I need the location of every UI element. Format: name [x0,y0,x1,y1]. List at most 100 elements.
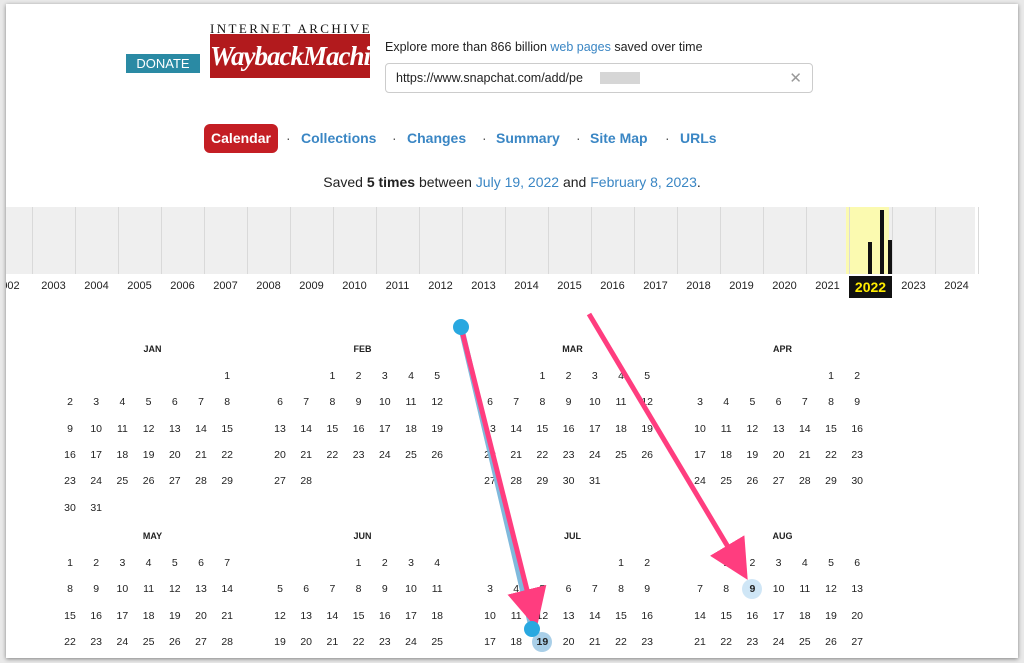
calendar-day: 23 [746,635,759,648]
wayback-logo[interactable]: WaybackMachine [210,34,396,78]
year-label-2003[interactable]: 2003 [32,280,75,292]
calendar-day: 10 [588,396,601,409]
year-label-2007[interactable]: 2007 [204,280,247,292]
calendar-day: 21 [510,448,523,461]
year-label-2009[interactable]: 2009 [290,280,333,292]
year-label-2014[interactable]: 2014 [505,280,548,292]
timeline-divider [204,207,205,274]
calendar-day: 2 [749,557,756,569]
calendar-day: 10 [772,583,785,596]
calendar-day: 19 [641,422,654,435]
calendar-day: 18 [405,422,417,435]
calendar-day: 21 [694,635,706,648]
calendar-day-snapshot[interactable]: 19 [532,631,553,652]
tab-collections[interactable]: Collections [301,130,376,146]
calendar-day: 28 [510,475,523,488]
year-label-2018[interactable]: 2018 [677,280,720,292]
tab-site-map[interactable]: Site Map [590,130,648,146]
calendar-day: 21 [798,448,811,461]
year-label-2008[interactable]: 2008 [247,280,290,292]
calendar-day: 26 [641,448,654,461]
calendar-day: 31 [90,501,103,514]
calendar-day: 4 [119,396,126,409]
year-label-2016[interactable]: 2016 [591,280,634,292]
timeline-divider [505,207,506,274]
last-capture-link[interactable]: February 8, 2023 [590,174,697,190]
calendar-day: 17 [116,609,129,622]
year-label-2011[interactable]: 2011 [376,280,419,292]
year-label-2013[interactable]: 2013 [462,280,505,292]
first-capture-link[interactable]: July 19, 2022 [476,174,559,190]
calendar-day: 17 [484,635,496,648]
year-label-2004[interactable]: 2004 [75,280,118,292]
calendar-day: 20 [484,448,496,461]
tab-urls[interactable]: URLs [680,130,717,146]
web-pages-link[interactable]: web pages [550,40,610,54]
calendar-day: 4 [723,396,730,409]
year-label-002[interactable]: 002 [6,280,32,292]
year-label-2017[interactable]: 2017 [634,280,677,292]
calendar-day: 2 [67,396,73,409]
calendar-day-snapshot[interactable]: 9 [742,579,763,600]
calendar-day: 8 [618,583,624,596]
year-label-2006[interactable]: 2006 [161,280,204,292]
timeline-divider [591,207,592,274]
calendar-day: 27 [274,475,286,488]
calendar-day: 1 [723,557,730,569]
year-label-2005[interactable]: 2005 [118,280,161,292]
year-label-2022[interactable]: 2022 [849,276,892,298]
timeline-capture-bar[interactable] [868,242,872,274]
tab-summary[interactable]: Summary [496,130,560,146]
calendar-day: 26 [142,475,155,488]
year-label-2020[interactable]: 2020 [763,280,806,292]
calendar-day: 16 [90,609,103,622]
calendar-day: 30 [562,475,575,488]
calendar-day: 3 [119,557,126,569]
calendar-day: 18 [431,609,444,622]
tab-changes[interactable]: Changes [407,130,466,146]
capture-timeline[interactable] [6,207,979,274]
calendar-day: 6 [565,583,572,596]
calendar-day: 16 [352,422,365,435]
calendar-day: 10 [378,396,391,409]
calendar-day: 7 [303,396,310,409]
calendar-day: 11 [116,422,128,435]
calendar-day: 3 [697,396,703,409]
calendar-day: 28 [798,475,811,488]
year-label-2021[interactable]: 2021 [806,280,849,292]
calendar-day: 2 [381,557,388,569]
calendar-day: 16 [562,422,575,435]
calendar-day: 13 [300,609,313,622]
year-label-2015[interactable]: 2015 [548,280,591,292]
calendar-day: 1 [224,370,231,382]
close-icon[interactable]: ✕ [789,69,802,87]
month-name: MAY [142,531,163,541]
calendar-day: 6 [303,583,310,596]
calendar-day: 5 [828,557,834,569]
calendar-day: 25 [405,448,417,461]
url-search-input[interactable]: https://www.snapchat.com/add/pe ✕ [385,63,813,93]
calendar-day: 25 [431,635,444,648]
calendar-day: 3 [775,557,782,569]
calendar-day: 2 [854,370,861,382]
calendar-day: 13 [274,422,286,435]
year-label-2024[interactable]: 2024 [935,280,978,292]
calendar-day: 30 [851,475,864,488]
calendar-day: 9 [93,583,100,596]
calendar-day: 6 [171,396,178,409]
calendar-day: 12 [142,422,155,435]
calendar-day: 6 [854,557,861,569]
calendar-day: 27 [772,475,785,488]
year-label-2023[interactable]: 2023 [892,280,935,292]
saved-summary: Saved 5 times between July 19, 2022 and … [6,174,1018,190]
tab-calendar[interactable]: Calendar [204,124,278,153]
donate-button[interactable]: DONATE [126,54,200,73]
calendar-day: 13 [195,583,207,596]
year-label-2019[interactable]: 2019 [720,280,763,292]
calendar-day: 15 [536,422,549,435]
year-label-2012[interactable]: 2012 [419,280,462,292]
timeline-capture-bar[interactable] [880,210,884,274]
calendar-day: 18 [798,609,811,622]
nav-separator: · [286,130,291,146]
year-label-2010[interactable]: 2010 [333,280,376,292]
